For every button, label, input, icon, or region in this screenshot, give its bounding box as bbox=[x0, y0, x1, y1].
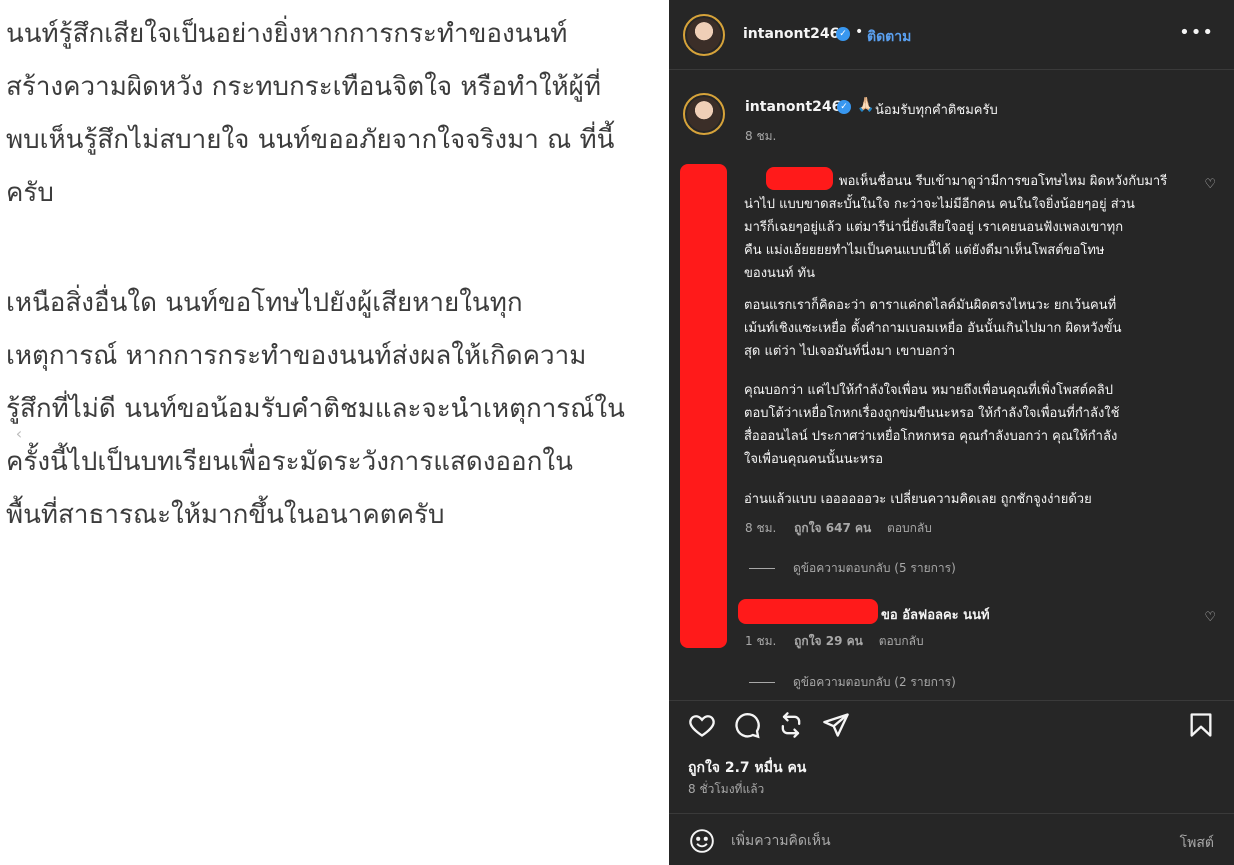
add-comment-input[interactable] bbox=[731, 828, 1151, 854]
separator-dot: • bbox=[855, 24, 864, 40]
verified-badge-icon: ✓ bbox=[836, 27, 850, 41]
author-avatar[interactable] bbox=[683, 14, 725, 56]
emoji-icon[interactable] bbox=[689, 828, 715, 854]
comment-bubble-icon[interactable] bbox=[733, 711, 761, 739]
post-image: นนท์รู้สึกเสียใจเป็นอย่างยิ่งหากการกระทำ… bbox=[0, 0, 669, 865]
post-text-paragraph-2: เหนือสิ่งอื่นใด นนท์ขอโทษไปยังผู้เสียหาย… bbox=[6, 288, 625, 530]
comment-text: อ่านแล้วแบบ เออออออวะ เปลี่ยนความคิดเลย … bbox=[744, 492, 1092, 507]
post-time-ago[interactable]: 8 ชั่วโมงที่แล้ว bbox=[688, 780, 764, 799]
verified-badge-icon: ✓ bbox=[837, 100, 851, 114]
action-bar bbox=[669, 700, 1234, 750]
comments-panel: intanont246 ✓ • ติดตาม ••• intanont246 ✓… bbox=[669, 0, 1234, 865]
comment-time: 8 ชม. bbox=[745, 521, 777, 535]
comment-text: ตอนแรกเราก็คิดอะว่า ดาราแค่กดไลค์มันผิดต… bbox=[744, 298, 1122, 359]
view-replies-button[interactable]: ดูข้อความตอบกลับ (5 รายการ) bbox=[749, 559, 956, 578]
more-options-icon[interactable]: ••• bbox=[1179, 22, 1214, 43]
post-text-paragraph-1: นนท์รู้สึกเสียใจเป็นอย่างยิ่งหากการกระทำ… bbox=[6, 19, 615, 208]
post-comment-button[interactable]: โพสต์ bbox=[1180, 832, 1214, 854]
share-paper-plane-icon[interactable] bbox=[822, 711, 850, 739]
add-comment-bar: โพสต์ bbox=[669, 813, 1234, 865]
praying-hands-icon: 🙏🏻 bbox=[857, 97, 875, 113]
reply-button[interactable]: ตอบกลับ bbox=[887, 521, 932, 535]
caption-text: น้อมรับทุกคำติชมครับ bbox=[875, 103, 998, 118]
post-likes-count[interactable]: ถูกใจ 2.7 หมื่น คน bbox=[688, 757, 806, 779]
caption-avatar[interactable] bbox=[683, 93, 725, 135]
caption-time: 8 ชม. bbox=[745, 129, 777, 143]
redacted-username bbox=[738, 599, 878, 624]
comment-likes[interactable]: ถูกใจ 29 คน bbox=[794, 634, 863, 648]
post-header: intanont246 ✓ • ติดตาม ••• bbox=[669, 0, 1234, 70]
comment-meta: 1 ชม. ถูกใจ 29 คน ตอบกลับ bbox=[745, 632, 924, 651]
replies-divider bbox=[749, 682, 775, 683]
view-replies-label: ดูข้อความตอบกลับ (5 รายการ) bbox=[793, 561, 956, 575]
view-replies-label: ดูข้อความตอบกลับ (2 รายการ) bbox=[793, 675, 956, 689]
comment-time: 1 ชม. bbox=[745, 634, 777, 648]
repost-icon[interactable] bbox=[777, 711, 805, 739]
comment-text: ขอ อัลฟอลคะ นนท์ bbox=[881, 608, 990, 623]
previous-image-button[interactable]: ‹ bbox=[8, 424, 30, 446]
comment-like-icon[interactable]: ♡ bbox=[1204, 610, 1216, 625]
comment-text: คุณบอกว่า แค่ไปให้กำลังใจเพื่อน หมายถึงเ… bbox=[744, 383, 1120, 467]
comment-meta: 8 ชม. ถูกใจ 647 คน ตอบกลับ bbox=[745, 519, 932, 538]
reply-button[interactable]: ตอบกลับ bbox=[879, 634, 924, 648]
comment-likes[interactable]: ถูกใจ 647 คน bbox=[794, 521, 871, 535]
bookmark-icon[interactable] bbox=[1187, 711, 1215, 739]
redacted-avatars bbox=[680, 164, 727, 648]
view-replies-button[interactable]: ดูข้อความตอบกลับ (2 รายการ) bbox=[749, 673, 956, 692]
replies-divider bbox=[749, 568, 775, 569]
follow-button[interactable]: ติดตาม bbox=[867, 26, 911, 48]
like-heart-icon[interactable] bbox=[688, 711, 716, 739]
author-username[interactable]: intanont246 bbox=[743, 26, 839, 42]
comment-like-icon[interactable]: ♡ bbox=[1204, 177, 1216, 192]
comment-text: พอเห็นชื่อนน รีบเข้ามาดูว่ามีการขอโทษไหม… bbox=[744, 174, 1168, 281]
caption-username[interactable]: intanont246 bbox=[745, 99, 841, 115]
